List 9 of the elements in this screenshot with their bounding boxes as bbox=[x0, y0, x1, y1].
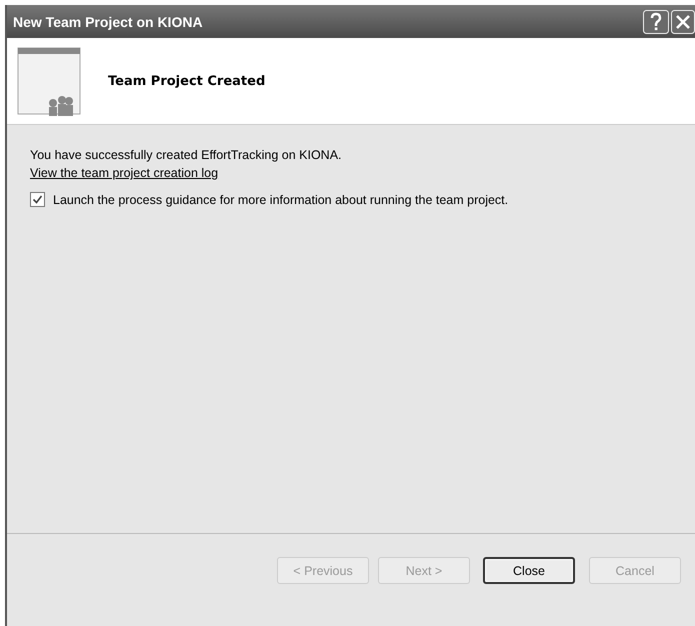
page-heading: Team Project Created bbox=[108, 74, 266, 88]
status-message: You have successfully created EffortTracking on KIONA. bbox=[30, 147, 342, 164]
help-icon[interactable] bbox=[643, 10, 669, 34]
checkbox[interactable] bbox=[30, 192, 45, 207]
window-title: New Team Project on KIONA bbox=[13, 14, 203, 30]
log-link[interactable]: View the team project creation log bbox=[30, 165, 218, 182]
checkbox-label: Launch the process guidance for more information about running the team project. bbox=[53, 192, 508, 206]
close-icon[interactable] bbox=[671, 10, 695, 34]
dialog-button[interactable]: Close bbox=[483, 557, 575, 584]
